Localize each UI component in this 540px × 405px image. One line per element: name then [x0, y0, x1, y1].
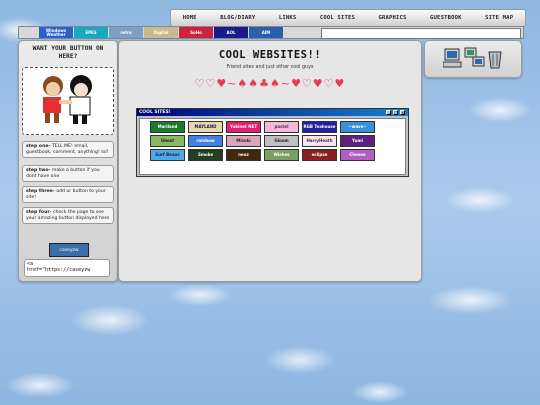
cool-site-button[interactable]: MAYLAND	[188, 121, 223, 133]
hearts-divider: ♡♡♥~♠♠♣♠~♥♡♥♡♥	[194, 77, 346, 90]
site-button[interactable]: retro	[109, 27, 143, 38]
page-title: COOL WEBSITES!!	[218, 49, 322, 61]
cool-site-button[interactable]: Mariland	[150, 121, 185, 133]
step-four: step four- check the page to see your am…	[22, 207, 114, 224]
network-icon	[464, 47, 485, 67]
character-image	[22, 67, 114, 135]
button-code-box[interactable]: <a href="https://caseyzw	[24, 259, 110, 277]
cool-sites-window: COOL SITES! _ □ × Mariland MAYLAND Yukinet…	[136, 108, 409, 177]
pixel-art-couple	[43, 75, 92, 124]
cool-site-button[interactable]: ~wave~	[340, 121, 375, 133]
nav-graphics[interactable]: GRAPHICS	[378, 15, 406, 21]
step-two: step two- make a button if you dont have…	[22, 165, 114, 182]
step-one: step one- TELL ME! email, guestbook, com…	[22, 141, 114, 158]
desktop-icons	[443, 47, 502, 69]
cool-site-button[interactable]: Wishes	[264, 149, 299, 161]
top-nav: HOME BLOG/DIARY LINKS COOL SITES GRAPHIC…	[170, 9, 526, 27]
cool-site-button[interactable]: RGB Teahouse	[302, 121, 337, 133]
nav-site-map[interactable]: SITE MAP	[485, 15, 513, 21]
cool-site-button[interactable]: Mizuki	[226, 135, 261, 147]
my-button-label: caseyzw	[59, 247, 79, 253]
step-label: step four-	[26, 210, 52, 215]
step-label: step two-	[26, 168, 51, 173]
cool-site-button[interactable]: eclipse	[302, 149, 337, 161]
right-sidebar	[424, 40, 522, 78]
cool-site-button[interactable]: HarryHeath	[302, 135, 337, 147]
maximize-icon[interactable]: □	[393, 110, 398, 115]
cool-site-button[interactable]: Cheese	[340, 149, 375, 161]
site-button[interactable]: AIM	[249, 27, 283, 38]
cool-site-button[interactable]: pastel	[264, 121, 299, 133]
cool-site-button[interactable]: Yumi	[340, 135, 375, 147]
step-label: step one-	[26, 144, 51, 149]
step-label: step three-	[26, 189, 55, 194]
cool-site-button[interactable]: Smoke	[188, 149, 223, 161]
nav-home[interactable]: HOME	[183, 15, 197, 21]
close-icon[interactable]: ×	[400, 110, 405, 115]
step-three: step three- add ur button to your site!	[22, 186, 114, 203]
site-button[interactable]: AOL	[214, 27, 248, 38]
page-subtitle: Friend sites and just other cool guys	[226, 65, 314, 70]
computer-icon	[443, 48, 462, 68]
minimize-icon[interactable]: _	[386, 110, 391, 115]
left-sidebar: WANT YOUR BUTTON ON HERE? step one- TELL…	[18, 40, 118, 282]
search-input[interactable]	[321, 28, 521, 39]
cool-site-button[interactable]: Ghost	[150, 135, 185, 147]
button-bar: Windows Weather EPES retro Digital SoHo …	[18, 26, 524, 39]
my-button-preview[interactable]: caseyzw	[49, 243, 89, 257]
site-button[interactable]: SoHo	[179, 27, 213, 38]
recycle-bin-icon	[488, 51, 502, 69]
cool-site-button[interactable]: Surf Beaus	[150, 149, 185, 161]
cool-site-button[interactable]: Yukinet NET	[226, 121, 261, 133]
main-content: COOL WEBSITES!! Friend sites and just ot…	[118, 40, 422, 282]
nav-blog[interactable]: BLOG/DIARY	[220, 15, 255, 21]
cool-site-button[interactable]: neoz	[226, 149, 261, 161]
window-title: COOL SITES!	[139, 110, 171, 115]
nav-links[interactable]: LINKS	[279, 15, 297, 21]
site-button[interactable]: Digital	[144, 27, 178, 38]
window-titlebar: COOL SITES!	[137, 109, 408, 116]
nav-guestbook[interactable]: GUESTBOOK	[430, 15, 462, 21]
cool-site-button[interactable]: Gloom	[264, 135, 299, 147]
site-buttons-grid: Mariland MAYLAND Yukinet NET pastel RGB Teah…	[139, 118, 406, 175]
site-button[interactable]: Windows Weather	[39, 27, 73, 38]
nav-cool-sites[interactable]: COOL SITES	[320, 15, 355, 21]
sidebar-title: WANT YOUR BUTTON ON HERE?	[32, 45, 104, 60]
cool-site-button[interactable]: rainbow	[188, 135, 223, 147]
site-button[interactable]: EPES	[74, 27, 108, 38]
